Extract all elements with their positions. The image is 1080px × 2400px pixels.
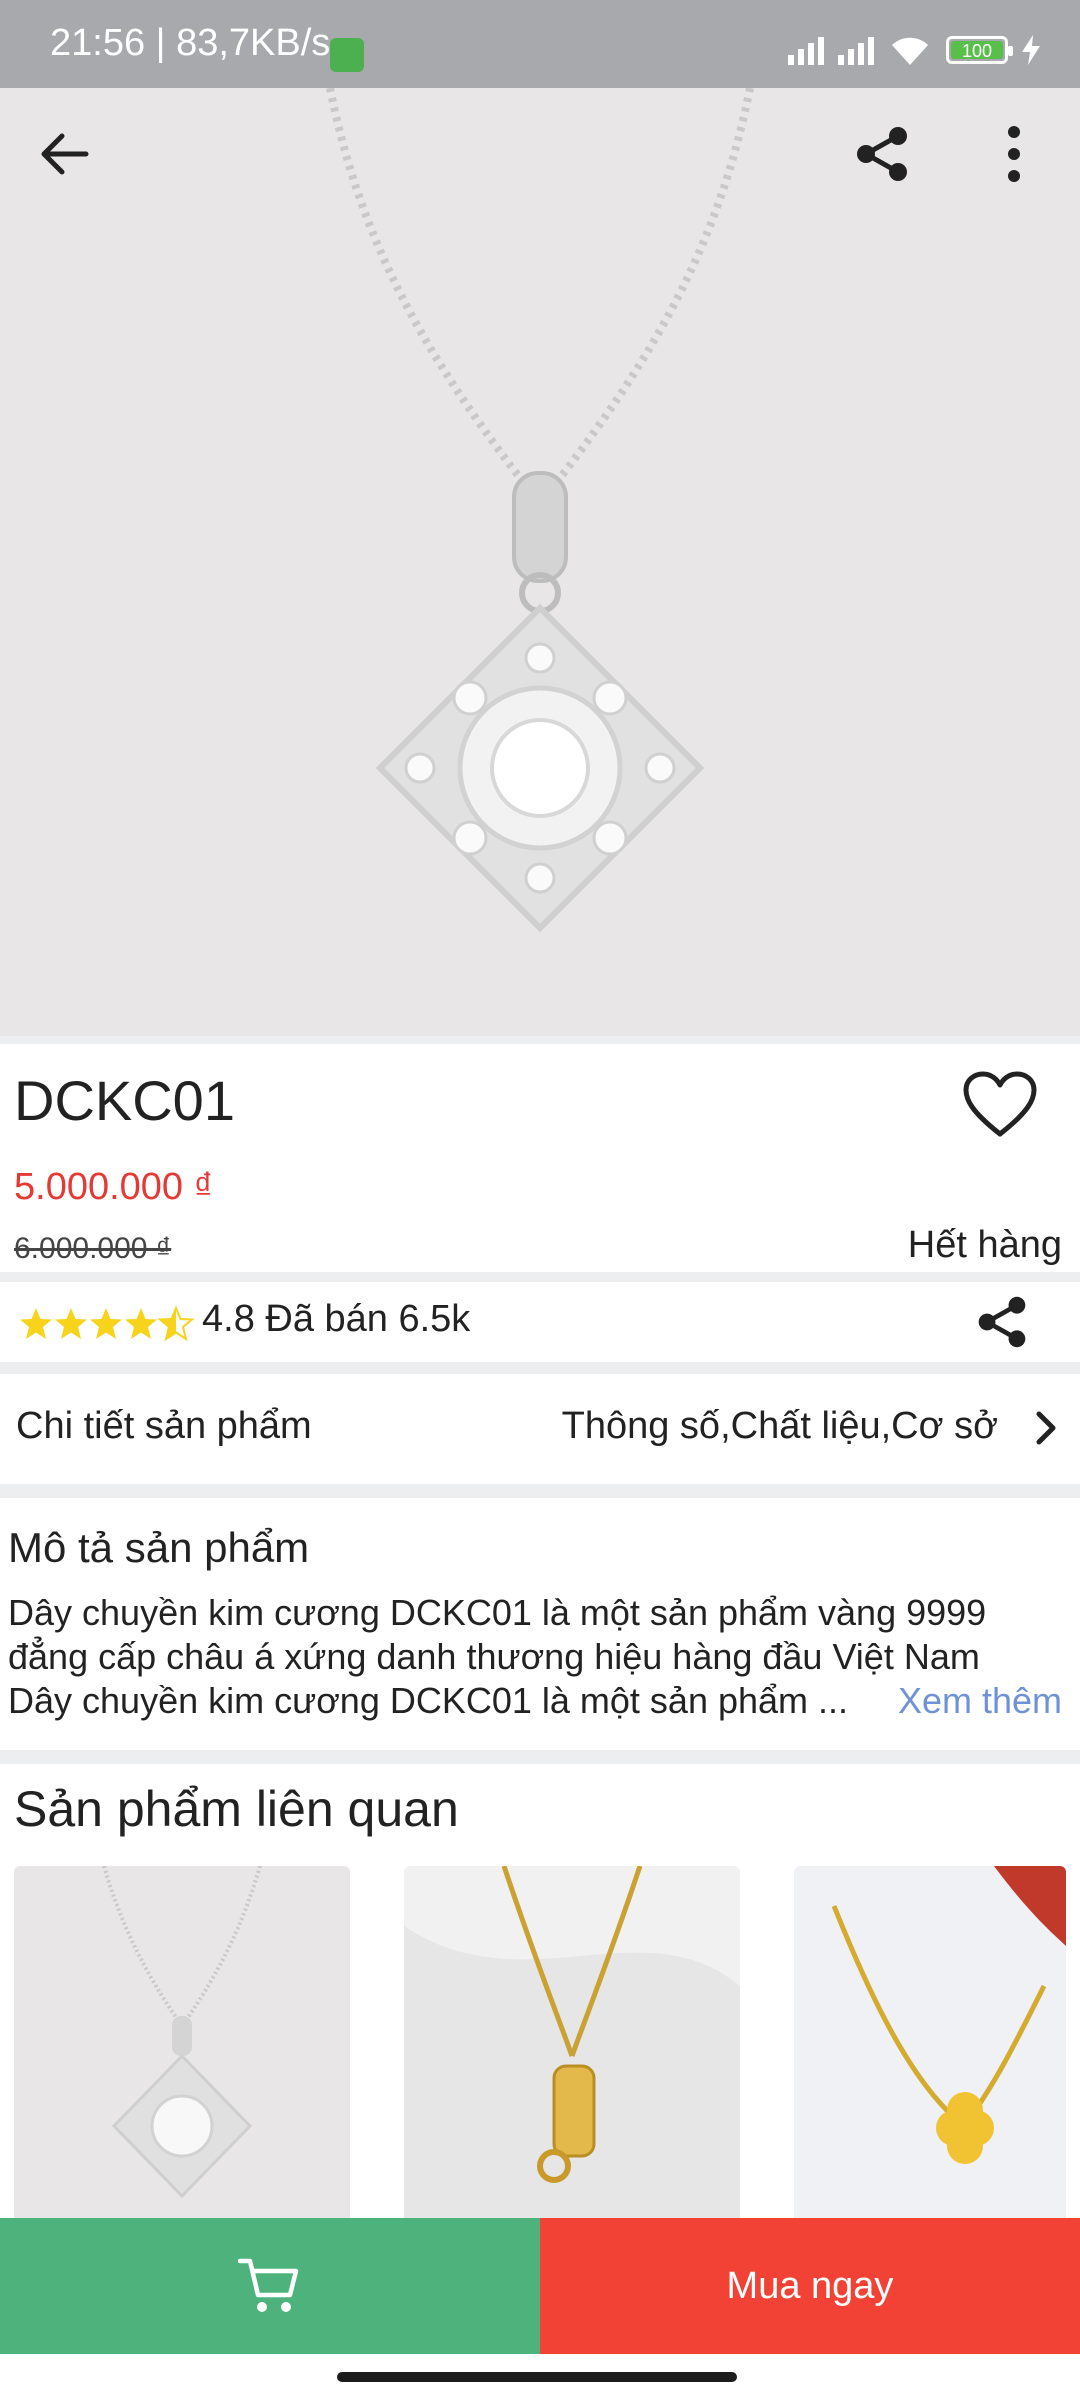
necklace-image <box>326 88 754 933</box>
add-to-cart-button[interactable] <box>0 2218 540 2354</box>
description-line: đẳng cấp châu á xứng danh thương hiệu hà… <box>8 1636 980 1677</box>
see-more-link[interactable]: Xem thêm <box>898 1680 1062 1722</box>
star-rating-icon <box>20 1307 193 1340</box>
stock-status: Hết hàng <box>907 1224 1062 1266</box>
signal-icon <box>788 35 824 65</box>
more-button[interactable] <box>974 114 1054 194</box>
divider <box>0 1484 1080 1498</box>
share-button[interactable] <box>842 114 922 194</box>
product-image[interactable] <box>0 88 1080 1036</box>
heart-icon <box>963 1071 1037 1137</box>
divider <box>0 1272 1080 1282</box>
more-vertical-icon <box>1008 126 1020 182</box>
rating-stars <box>18 1306 196 1342</box>
product-price: 5.000.000 ₫ <box>14 1166 214 1208</box>
status-time-speed: 21:56 | 83,7KB/s <box>50 22 331 64</box>
divider <box>0 1362 1080 1374</box>
notification-icon <box>330 38 364 72</box>
details-value: Thông số,Chất liệu,Cơ sở <box>561 1405 998 1447</box>
status-icons: 100 <box>788 30 1040 70</box>
share-icon <box>857 127 907 181</box>
related-product-card[interactable] <box>794 1866 1066 2226</box>
rating-sold-text: 4.8 Đã bán 6.5k <box>202 1298 471 1340</box>
arrow-left-icon <box>41 133 89 175</box>
battery-icon: 100 <box>946 36 1013 64</box>
wifi-icon <box>892 37 928 65</box>
product-old-price: 6.000.000 ₫ <box>14 1232 172 1265</box>
divider <box>0 1750 1080 1764</box>
favorite-button[interactable] <box>962 1070 1038 1145</box>
related-product-card[interactable] <box>404 1866 740 2226</box>
buy-now-button[interactable]: Mua ngay <box>540 2218 1080 2354</box>
signal-icon <box>838 35 874 65</box>
chevron-right-icon <box>1034 1410 1058 1451</box>
product-title: DCKC01 <box>14 1069 235 1132</box>
battery-level: 100 <box>951 41 1003 61</box>
product-thumbnail <box>102 1866 262 2199</box>
back-button[interactable] <box>24 114 104 194</box>
share-product-button[interactable] <box>974 1294 1030 1355</box>
description-title: Mô tả sản phẩm <box>8 1524 310 1571</box>
product-thumbnail <box>831 1866 1066 2164</box>
home-indicator[interactable] <box>337 2372 737 2382</box>
description-line: Dây chuyền kim cương DCKC01 là một sản p… <box>8 1592 987 1633</box>
details-label: Chi tiết sản phẩm <box>16 1405 312 1447</box>
divider <box>0 1036 1080 1044</box>
description-line: Dây chuyền kim cương DCKC01 là một sản p… <box>8 1680 849 1721</box>
related-product-card[interactable] <box>14 1866 350 2226</box>
share-icon <box>978 1296 1026 1348</box>
status-bar: 21:56 | 83,7KB/s 100 <box>0 0 1080 88</box>
cart-icon <box>238 2258 299 2312</box>
related-products-title: Sản phẩm liên quan <box>14 1781 459 1837</box>
product-thumbnail <box>404 1866 740 2226</box>
charging-icon <box>1022 35 1040 65</box>
